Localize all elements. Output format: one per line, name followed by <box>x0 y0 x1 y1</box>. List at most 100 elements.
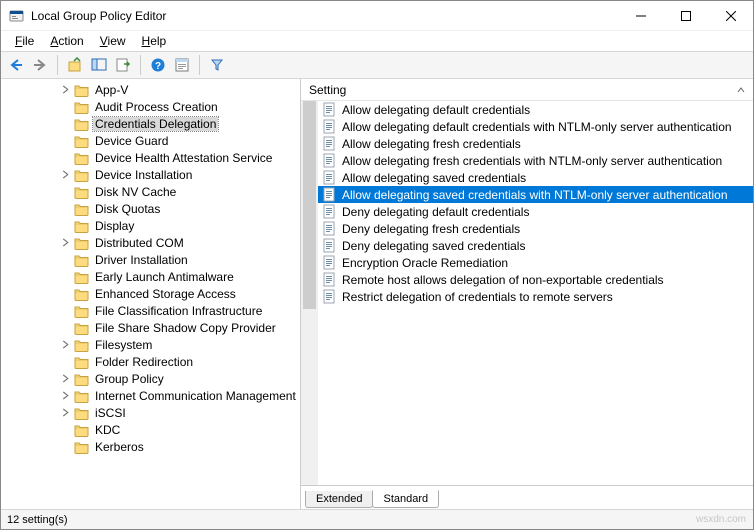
folder-icon <box>74 184 90 200</box>
setting-item-label: Deny delegating fresh credentials <box>342 222 520 236</box>
back-button[interactable] <box>5 54 27 76</box>
chevron-right-icon <box>61 374 70 383</box>
tree-item[interactable]: Kerberos <box>59 438 300 455</box>
vertical-scrollbar[interactable] <box>301 101 318 485</box>
panes-icon <box>91 57 107 73</box>
folder-icon <box>74 337 90 353</box>
policy-icon <box>322 136 338 152</box>
tree-scroll[interactable]: App-VAudit Process CreationCredentials D… <box>1 79 300 509</box>
setting-item[interactable]: Allow delegating default credentials <box>318 101 753 118</box>
tree-item[interactable]: Device Installation <box>59 166 300 183</box>
tree-item[interactable]: Display <box>59 217 300 234</box>
menu-file[interactable]: File <box>7 32 42 50</box>
tree-item[interactable]: Disk NV Cache <box>59 183 300 200</box>
tree-item-label: Device Installation <box>93 168 194 182</box>
menu-action[interactable]: Action <box>42 32 91 50</box>
folder-icon <box>74 303 90 319</box>
folder-icon <box>74 82 90 98</box>
folder-icon <box>74 439 90 455</box>
expand-toggle[interactable] <box>59 407 71 419</box>
tree-item[interactable]: Driver Installation <box>59 251 300 268</box>
expand-toggle[interactable] <box>59 169 71 181</box>
tree-item-label: Group Policy <box>93 372 166 386</box>
setting-item[interactable]: Deny delegating fresh credentials <box>318 220 753 237</box>
maximize-button[interactable] <box>663 1 708 30</box>
expand-toggle[interactable] <box>59 237 71 249</box>
setting-item[interactable]: Remote host allows delegation of non-exp… <box>318 271 753 288</box>
tree-item[interactable]: Early Launch Antimalware <box>59 268 300 285</box>
close-button[interactable] <box>708 1 753 30</box>
setting-item[interactable]: Allow delegating saved credentials with … <box>318 186 753 203</box>
setting-item-label: Allow delegating saved credentials <box>342 171 526 185</box>
tree-item[interactable]: Disk Quotas <box>59 200 300 217</box>
tab-extended[interactable]: Extended <box>305 491 373 508</box>
settings-column-header[interactable]: Setting <box>301 79 753 101</box>
tree-item[interactable]: iSCSI <box>59 404 300 421</box>
folder-icon <box>74 252 90 268</box>
setting-item-label: Deny delegating saved credentials <box>342 239 525 253</box>
setting-item[interactable]: Encryption Oracle Remediation <box>318 254 753 271</box>
minimize-button[interactable] <box>618 1 663 30</box>
tree-item[interactable]: Distributed COM <box>59 234 300 251</box>
expand-toggle <box>59 203 71 215</box>
expand-toggle <box>59 118 71 130</box>
settings-list-scroll[interactable]: Allow delegating default credentialsAllo… <box>318 101 753 485</box>
setting-item-label: Encryption Oracle Remediation <box>342 256 508 270</box>
setting-item[interactable]: Allow delegating default credentials wit… <box>318 118 753 135</box>
tree-item[interactable]: Enhanced Storage Access <box>59 285 300 302</box>
forward-button[interactable] <box>29 54 51 76</box>
tree-item-label: File Share Shadow Copy Provider <box>93 321 278 335</box>
expand-toggle[interactable] <box>59 84 71 96</box>
show-hide-tree-button[interactable] <box>88 54 110 76</box>
tree-item[interactable]: File Classification Infrastructure <box>59 302 300 319</box>
expand-toggle[interactable] <box>59 339 71 351</box>
expand-toggle <box>59 271 71 283</box>
tree-item[interactable]: KDC <box>59 421 300 438</box>
tree-item-label: Driver Installation <box>93 253 190 267</box>
setting-item[interactable]: Allow delegating saved credentials <box>318 169 753 186</box>
tree-item[interactable]: Internet Communication Management <box>59 387 300 404</box>
expand-toggle[interactable] <box>59 373 71 385</box>
policy-icon <box>322 102 338 118</box>
expand-toggle[interactable] <box>59 390 71 402</box>
tree-item[interactable]: Audit Process Creation <box>59 98 300 115</box>
chevron-right-icon <box>61 340 70 349</box>
tree-item[interactable]: Device Health Attestation Service <box>59 149 300 166</box>
setting-item[interactable]: Allow delegating fresh credentials <box>318 135 753 152</box>
help-button[interactable] <box>147 54 169 76</box>
setting-item-label: Allow delegating saved credentials with … <box>342 188 728 202</box>
tree-item-label: Device Guard <box>93 134 170 148</box>
menu-help[interactable]: Help <box>134 32 175 50</box>
menu-view[interactable]: View <box>92 32 134 50</box>
setting-item-label: Remote host allows delegation of non-exp… <box>342 273 664 287</box>
setting-item[interactable]: Allow delegating fresh credentials with … <box>318 152 753 169</box>
filter-icon <box>209 57 225 73</box>
help-icon <box>150 57 166 73</box>
folder-icon <box>74 286 90 302</box>
export-list-button[interactable] <box>112 54 134 76</box>
expand-toggle <box>59 220 71 232</box>
tree-item[interactable]: App-V <box>59 81 300 98</box>
setting-item[interactable]: Deny delegating saved credentials <box>318 237 753 254</box>
tree-item[interactable]: File Share Shadow Copy Provider <box>59 319 300 336</box>
tree-item-label: Enhanced Storage Access <box>93 287 238 301</box>
expand-toggle <box>59 356 71 368</box>
up-one-level-button[interactable] <box>64 54 86 76</box>
folder-icon <box>74 269 90 285</box>
folder-icon <box>74 405 90 421</box>
tree-item[interactable]: Credentials Delegation <box>59 115 300 132</box>
chevron-right-icon <box>61 391 70 400</box>
settings-header-label: Setting <box>309 83 346 97</box>
setting-item[interactable]: Deny delegating default credentials <box>318 203 753 220</box>
tab-standard[interactable]: Standard <box>372 490 439 508</box>
tree-item[interactable]: Group Policy <box>59 370 300 387</box>
filter-button[interactable] <box>206 54 228 76</box>
tree-item[interactable]: Filesystem <box>59 336 300 353</box>
policy-icon <box>322 221 338 237</box>
properties-button[interactable] <box>171 54 193 76</box>
menu-bar: File Action View Help <box>1 31 753 51</box>
tree-item[interactable]: Device Guard <box>59 132 300 149</box>
policy-icon <box>322 204 338 220</box>
tree-item[interactable]: Folder Redirection <box>59 353 300 370</box>
setting-item[interactable]: Restrict delegation of credentials to re… <box>318 288 753 305</box>
